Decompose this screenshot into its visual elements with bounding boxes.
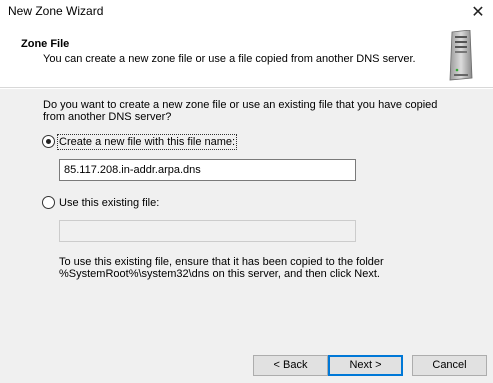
title-bar: New Zone Wizard ✕ [0, 0, 493, 24]
radio-create-new[interactable]: Create a new file with this file name: [42, 133, 238, 150]
existing-file-input [59, 220, 356, 242]
radio-selected-dot [46, 139, 51, 144]
radio-use-existing-button[interactable] [42, 196, 55, 209]
new-file-name-input[interactable] [59, 159, 356, 181]
window-title: New Zone Wizard [8, 4, 104, 18]
question-text: Do you want to create a new zone file or… [43, 99, 438, 123]
radio-create-new-button[interactable] [42, 135, 55, 148]
page-title: Zone File [21, 38, 70, 50]
server-icon [449, 30, 473, 81]
close-icon: ✕ [471, 4, 485, 21]
cancel-button[interactable]: Cancel [412, 355, 487, 376]
wizard-body: Do you want to create a new zone file or… [0, 89, 493, 383]
page-subtitle: You can create a new zone file or use a … [43, 53, 416, 65]
radio-create-new-label: Create a new file with this file name: [56, 133, 238, 150]
close-button[interactable]: ✕ [463, 0, 493, 24]
radio-use-existing[interactable]: Use this existing file: [42, 196, 159, 209]
wizard-header: Zone File You can create a new zone file… [0, 24, 493, 88]
back-button[interactable]: < Back [253, 355, 328, 376]
next-button[interactable]: Next > [328, 355, 403, 376]
radio-use-existing-label: Use this existing file: [59, 196, 160, 209]
existing-file-note: To use this existing file, ensure that i… [59, 256, 384, 280]
